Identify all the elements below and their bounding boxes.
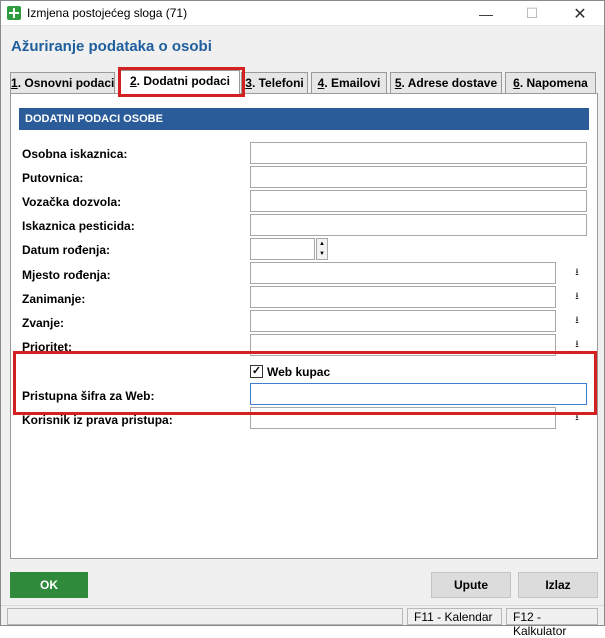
mjesto-field[interactable] bbox=[250, 262, 556, 284]
tab-hotkey: 2 bbox=[129, 74, 137, 88]
datum-label: Datum rođenja: bbox=[22, 243, 111, 257]
vozacka-field[interactable] bbox=[250, 190, 587, 212]
upute-button[interactable]: Upute bbox=[431, 572, 511, 598]
tab-label: . Dodatni podaci bbox=[136, 74, 231, 88]
web-sifra-field[interactable] bbox=[250, 383, 587, 405]
section-header: DODATNI PODACI OSOBE bbox=[19, 108, 589, 130]
tab-telefoni[interactable]: 3. Telefoni bbox=[241, 72, 308, 93]
minimize-icon[interactable]: — bbox=[463, 1, 509, 26]
spin-up-icon[interactable]: ▲ bbox=[317, 239, 327, 249]
status-f12[interactable]: F12 - Kalkulator bbox=[506, 608, 598, 638]
web-kupac-checkbox[interactable]: ✓ bbox=[250, 365, 263, 378]
tab-napomena[interactable]: 6. Napomena bbox=[505, 72, 596, 93]
tab-hotkey: 6 bbox=[513, 76, 520, 90]
tab-hotkey: 5 bbox=[394, 76, 402, 90]
spin-down-icon[interactable]: ▼ bbox=[317, 249, 327, 259]
tab-hotkey: 1 bbox=[11, 76, 18, 90]
prioritet-dropdown-icon[interactable]: ⭳ bbox=[568, 335, 586, 355]
tab-label: . Napomena bbox=[519, 76, 588, 90]
tab-osnovni-podaci[interactable]: 1. Osnovni podaci bbox=[10, 72, 115, 93]
pesticidi-label: Iskaznica pesticida: bbox=[22, 219, 135, 233]
status-bar: F11 - Kalendar F12 - Kalkulator bbox=[1, 605, 604, 638]
status-f11[interactable]: F11 - Kalendar bbox=[407, 608, 502, 625]
tab-label: . Osnovni podaci bbox=[17, 76, 115, 90]
title-bar: Izmjena postojećeg sloga (71) — ☐ ✕ bbox=[1, 1, 604, 26]
web-kupac-label: Web kupac bbox=[267, 365, 331, 379]
mjesto-dropdown-icon[interactable]: ⭳ bbox=[568, 263, 586, 283]
tab-emailovi[interactable]: 4. Emailovi bbox=[311, 72, 387, 93]
tab-strip: 1. Osnovni podaci 2. Dodatni podaci 3. T… bbox=[10, 70, 598, 94]
tab-panel: DODATNI PODACI OSOBE Osobna iskaznica: P… bbox=[10, 93, 598, 559]
page-title: Ažuriranje podataka o osobi bbox=[11, 38, 212, 55]
izlaz-button[interactable]: Izlaz bbox=[518, 572, 598, 598]
zanimanje-dropdown-icon[interactable]: ⭳ bbox=[568, 287, 586, 307]
window-title: Izmjena postojećeg sloga (71) bbox=[27, 6, 188, 20]
mjesto-label: Mjesto rođenja: bbox=[22, 268, 111, 282]
ok-button[interactable]: OK bbox=[10, 572, 88, 598]
zvanje-dropdown-icon[interactable]: ⭳ bbox=[568, 311, 586, 331]
datum-field[interactable] bbox=[250, 238, 315, 260]
prioritet-label: Prioritet: bbox=[22, 340, 73, 354]
zvanje-label: Zvanje: bbox=[22, 316, 65, 330]
date-spinner[interactable]: ▲ ▼ bbox=[316, 238, 328, 260]
korisnik-dropdown-icon[interactable]: ⭳ bbox=[568, 408, 586, 428]
dialog-window: Izmjena postojećeg sloga (71) — ☐ ✕ Ažur… bbox=[0, 0, 605, 638]
zanimanje-field[interactable] bbox=[250, 286, 556, 308]
tab-adrese-dostave[interactable]: 5. Adrese dostave bbox=[390, 72, 502, 93]
prioritet-field[interactable] bbox=[250, 334, 556, 356]
status-message bbox=[7, 608, 403, 625]
pesticidi-field[interactable] bbox=[250, 214, 587, 236]
sifra-label: Pristupna šifra za Web: bbox=[22, 389, 155, 403]
maximize-icon[interactable]: ☐ bbox=[509, 1, 555, 26]
zvanje-field[interactable] bbox=[250, 310, 556, 332]
tab-label: . Emailovi bbox=[324, 76, 381, 90]
vozacka-label: Vozačka dozvola: bbox=[22, 195, 122, 209]
zanimanje-label: Zanimanje: bbox=[22, 292, 86, 306]
osobna-field[interactable] bbox=[250, 142, 587, 164]
tab-label: . Adrese dostave bbox=[401, 76, 498, 90]
tab-label: . Telefoni bbox=[251, 76, 304, 90]
close-icon[interactable]: ✕ bbox=[557, 1, 603, 26]
app-plus-icon bbox=[7, 6, 21, 20]
tab-hotkey: 3 bbox=[245, 76, 252, 90]
korisnik-field[interactable] bbox=[250, 407, 556, 429]
korisnik-label: Korisnik iz prava pristupa: bbox=[22, 413, 173, 427]
putovnica-field[interactable] bbox=[250, 166, 587, 188]
tab-dodatni-podaci[interactable]: 2. Dodatni podaci bbox=[120, 70, 240, 94]
putovnica-label: Putovnica: bbox=[22, 171, 84, 185]
osobna-label: Osobna iskaznica: bbox=[22, 147, 128, 161]
